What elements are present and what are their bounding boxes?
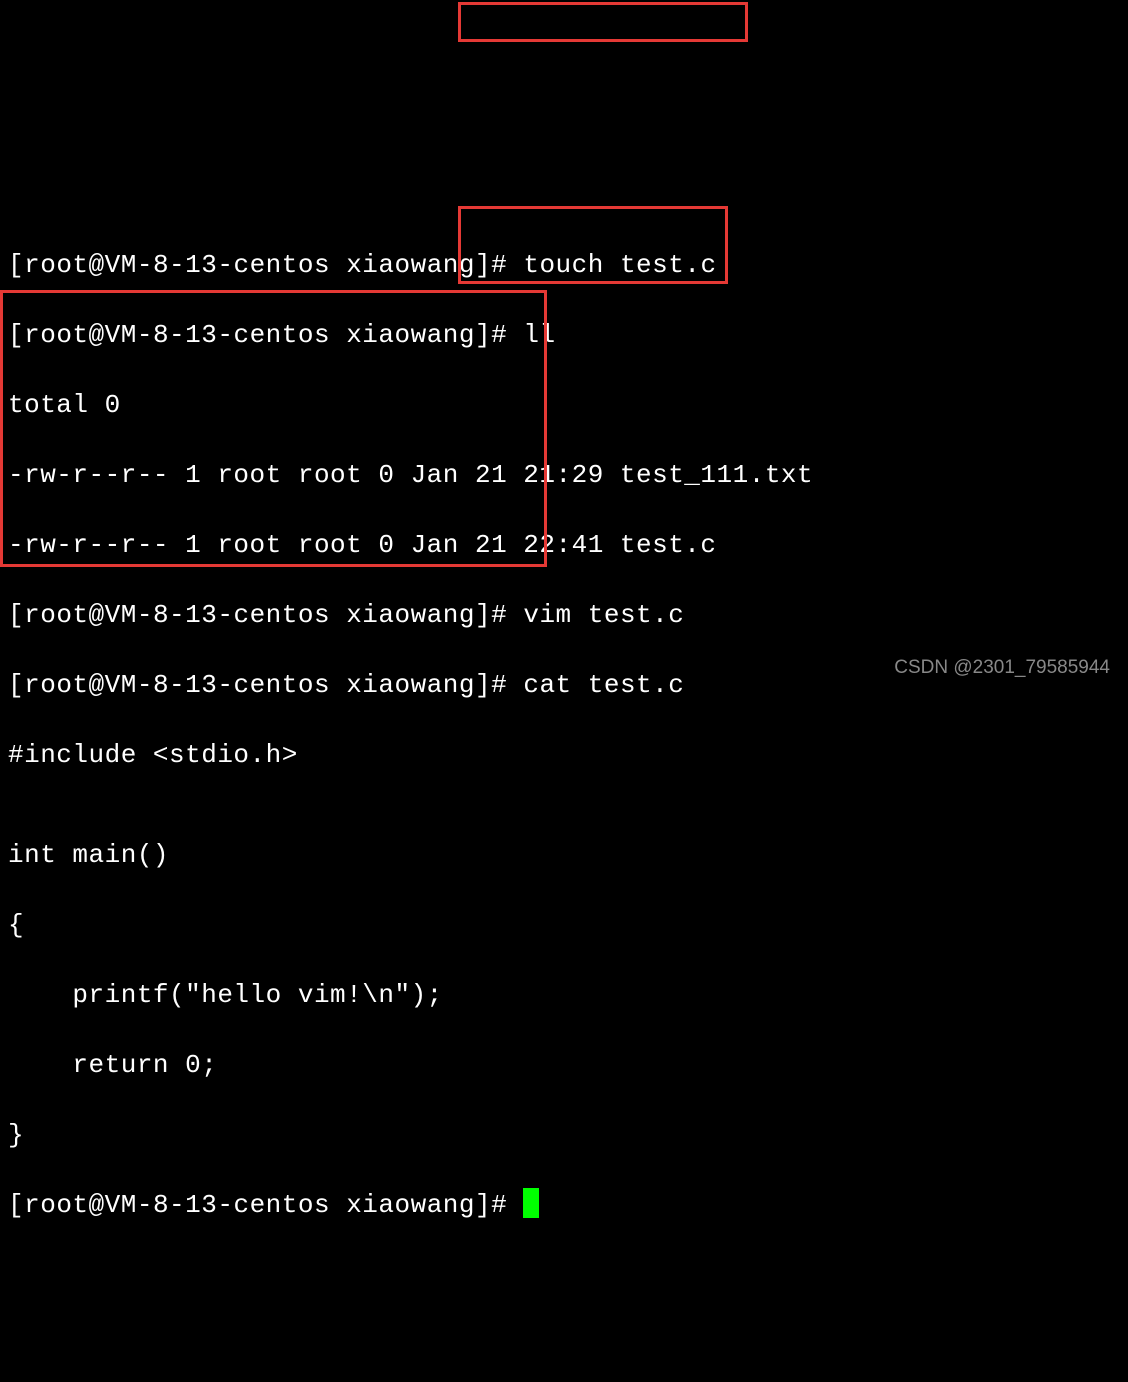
prompt-user: root: [24, 670, 88, 700]
prompt-close: ]#: [475, 670, 507, 700]
prompt-at: @: [89, 670, 105, 700]
prompt-user: root: [24, 250, 88, 280]
command-vim: vim test.c: [523, 600, 684, 630]
prompt-host: VM-8-13-centos: [105, 320, 330, 350]
prompt-user: root: [24, 320, 88, 350]
terminal-line[interactable]: [root@VM-8-13-centos xiaowang]# ll: [8, 315, 1120, 355]
prompt-path: xiaowang: [346, 600, 475, 630]
code-brace-close: }: [8, 1115, 1120, 1155]
prompt-path: xiaowang: [346, 250, 475, 280]
output-file-listing: -rw-r--r-- 1 root root 0 Jan 21 22:41 te…: [8, 525, 1120, 565]
prompt-close: ]#: [475, 250, 507, 280]
prompt-at: @: [89, 250, 105, 280]
command-touch: touch test.c: [523, 250, 716, 280]
prompt-user: root: [24, 600, 88, 630]
code-brace-open: {: [8, 905, 1120, 945]
terminal-line[interactable]: [root@VM-8-13-centos xiaowang]# vim test…: [8, 595, 1120, 635]
prompt-path: xiaowang: [346, 670, 475, 700]
prompt-user: root: [24, 1190, 88, 1220]
prompt-close: ]#: [475, 320, 507, 350]
prompt-bracket: [: [8, 250, 24, 280]
terminal-line[interactable]: [root@VM-8-13-centos xiaowang]# touch te…: [8, 245, 1120, 285]
prompt-host: VM-8-13-centos: [105, 670, 330, 700]
code-include: #include <stdio.h>: [8, 735, 1120, 775]
prompt-path: xiaowang: [346, 320, 475, 350]
prompt-bracket: [: [8, 1190, 24, 1220]
code-printf: printf("hello vim!\n");: [8, 975, 1120, 1015]
prompt-bracket: [: [8, 670, 24, 700]
command-cat: cat test.c: [523, 670, 684, 700]
terminal-line-active[interactable]: [root@VM-8-13-centos xiaowang]#: [8, 1185, 1120, 1225]
prompt-close: ]#: [475, 600, 507, 630]
prompt-host: VM-8-13-centos: [105, 600, 330, 630]
prompt-host: VM-8-13-centos: [105, 1190, 330, 1220]
prompt-at: @: [89, 600, 105, 630]
cursor-block[interactable]: [523, 1188, 539, 1218]
prompt-path: xiaowang: [346, 1190, 475, 1220]
prompt-bracket: [: [8, 320, 24, 350]
highlight-box-touch: [458, 2, 748, 42]
code-main: int main(): [8, 835, 1120, 875]
command-ll: ll: [523, 320, 555, 350]
prompt-at: @: [89, 320, 105, 350]
code-return: return 0;: [8, 1045, 1120, 1085]
output-total: total 0: [8, 385, 1120, 425]
prompt-host: VM-8-13-centos: [105, 250, 330, 280]
prompt-close: ]#: [475, 1190, 507, 1220]
prompt-bracket: [: [8, 600, 24, 630]
output-file-listing: -rw-r--r-- 1 root root 0 Jan 21 21:29 te…: [8, 455, 1120, 495]
watermark-text: CSDN @2301_79585944: [894, 657, 1110, 679]
prompt-at: @: [89, 1190, 105, 1220]
